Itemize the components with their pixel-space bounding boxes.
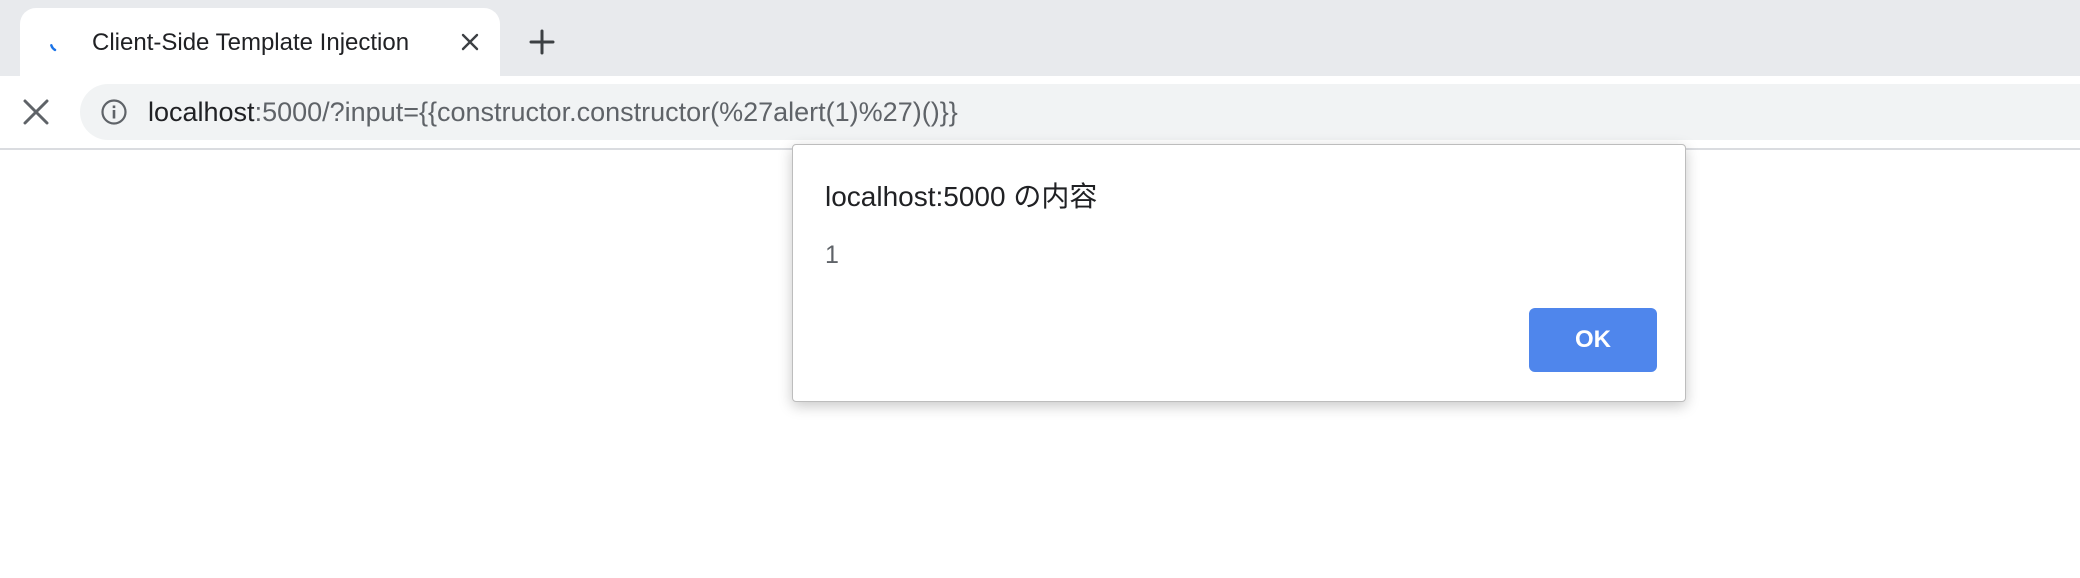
new-tab-button[interactable]	[524, 24, 560, 60]
alert-dialog: localhost:5000 の内容 1 OK	[792, 144, 1686, 402]
dialog-message: 1	[825, 241, 839, 269]
url-path: :5000/?input={{constructor.constructor(%…	[254, 97, 958, 127]
address-bar[interactable]: localhost:5000/?input={{constructor.cons…	[80, 84, 2080, 140]
close-icon	[461, 33, 479, 51]
url-text[interactable]: localhost:5000/?input={{constructor.cons…	[148, 96, 958, 128]
tab-close-button[interactable]	[454, 26, 486, 58]
dialog-title: localhost:5000 の内容	[825, 181, 1098, 212]
tab-title: Client-Side Template Injection	[92, 29, 410, 56]
tab-strip: Client-Side Template Injection	[0, 0, 2080, 76]
ok-button[interactable]: OK	[1529, 308, 1657, 372]
url-host: localhost	[148, 97, 255, 127]
tab-active[interactable]: Client-Side Template Injection	[20, 8, 500, 76]
browser-toolbar: localhost:5000/?input={{constructor.cons…	[0, 76, 2080, 150]
info-icon[interactable]	[100, 98, 128, 126]
plus-icon	[529, 29, 555, 55]
loading-spinner-icon	[49, 33, 69, 53]
close-icon	[23, 99, 49, 125]
stop-loading-button[interactable]	[16, 92, 56, 132]
